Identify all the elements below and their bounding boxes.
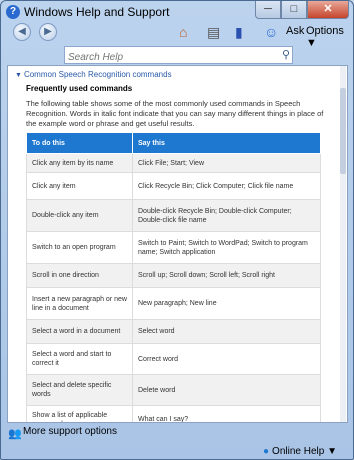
table-cell-do: Scroll in one direction (26, 263, 133, 288)
window-title: Windows Help and Support (24, 5, 170, 19)
people-icon: 👥 (8, 428, 22, 440)
toolbar: ◀ ▶ ⌂ ▤ ▮ ☺ Ask Options ▼ (1, 23, 353, 49)
table-row: Select a word in a document Select word (26, 319, 321, 344)
table-row: Show a list of applicable commands What … (26, 405, 321, 422)
header-to-do-this: To do this (26, 132, 133, 154)
table-cell-say: Correct word (132, 343, 321, 375)
help-window: ? Windows Help and Support ─ □ ✕ ◀ ▶ ⌂ ▤… (0, 0, 354, 460)
maximize-button[interactable]: □ (281, 1, 307, 19)
table-cell-do: Select a word and start to correct it (26, 343, 133, 375)
table-row: Click any item by its name Click File; S… (26, 153, 321, 173)
header-say-this: Say this (132, 132, 321, 154)
table-row: Select and delete specific words Delete … (26, 374, 321, 406)
table-cell-say: Switch to Paint; Switch to WordPad; Swit… (132, 231, 321, 264)
table-row: Scroll in one direction Scroll up; Scrol… (26, 263, 321, 288)
table-cell-do: Click any item by its name (26, 153, 133, 173)
vertical-scrollbar[interactable] (340, 66, 346, 422)
table-cell-say: Double-click Recycle Bin; Double-click C… (132, 199, 321, 232)
close-button[interactable]: ✕ (307, 1, 349, 19)
table-cell-do: Insert a new paragraph or new line in a … (26, 287, 133, 320)
table-cell-do: Switch to an open program (26, 231, 133, 264)
table-header-row: To do this Say this (26, 132, 321, 154)
table-cell-say: Click File; Start; View (132, 153, 321, 173)
table-row: Click any item Click Recycle Bin; Click … (26, 172, 321, 200)
print-icon[interactable]: ▤ (207, 23, 220, 41)
table-cell-do: Double-click any item (26, 199, 133, 232)
ask-icon[interactable]: ☺ (264, 23, 278, 41)
browse-help-icon[interactable]: ▮ (235, 23, 243, 41)
window-controls: ─ □ ✕ (255, 1, 349, 19)
more-support-link[interactable]: More support options (23, 426, 117, 437)
home-icon[interactable]: ⌂ (179, 23, 187, 41)
table-cell-do: Select a word in a document (26, 319, 133, 344)
table-row: Switch to an open program Switch to Pain… (26, 231, 321, 264)
back-button[interactable]: ◀ (13, 23, 31, 41)
table-cell-do: Show a list of applicable commands (26, 405, 133, 422)
table-cell-say: Delete word (132, 374, 321, 406)
table-cell-say: New paragraph; New line (132, 287, 321, 320)
globe-icon: ● (263, 446, 270, 457)
status-bar: 👥 More support options ● Online Help ▼ (1, 422, 353, 459)
table-cell-do: Click any item (26, 172, 133, 200)
title-bar[interactable]: ? Windows Help and Support ─ □ ✕ (1, 1, 353, 23)
section-title: Common Speech Recognition commands (23, 70, 172, 79)
options-menu[interactable]: Options ▼ (306, 25, 353, 49)
table-cell-say: Click Recycle Bin; Click Computer; Click… (132, 172, 321, 200)
subheading: Frequently used commands (26, 84, 133, 93)
section-toggle[interactable]: ▼ Common Speech Recognition commands (15, 70, 172, 79)
forward-button[interactable]: ▶ (39, 23, 57, 41)
online-help-menu[interactable]: ● Online Help ▼ (263, 446, 337, 457)
commands-table: To do this Say this Click any item by it… (26, 132, 321, 422)
search-icon[interactable]: ⚲ (282, 48, 290, 61)
search-box: ⚲ (64, 46, 293, 65)
online-help-label: Online Help ▼ (272, 446, 337, 457)
table-cell-say: What can I say? (132, 405, 321, 422)
search-input[interactable] (65, 50, 268, 65)
ask-button[interactable]: Ask (286, 25, 304, 37)
help-content: ▼ Common Speech Recognition commands Freq… (7, 65, 348, 423)
table-row: Double-click any item Double-click Recyc… (26, 199, 321, 232)
collapse-triangle-icon: ▼ (15, 72, 22, 79)
minimize-button[interactable]: ─ (255, 1, 281, 19)
table-row: Insert a new paragraph or new line in a … (26, 287, 321, 320)
table-cell-do: Select and delete specific words (26, 374, 133, 406)
scrollbar-thumb[interactable] (340, 88, 346, 174)
help-app-icon: ? (6, 5, 20, 19)
table-cell-say: Select word (132, 319, 321, 344)
table-row: Select a word and start to correct it Co… (26, 343, 321, 375)
table-cell-say: Scroll up; Scroll down; Scroll left; Scr… (132, 263, 321, 288)
intro-text: The following table shows some of the mo… (26, 99, 324, 128)
